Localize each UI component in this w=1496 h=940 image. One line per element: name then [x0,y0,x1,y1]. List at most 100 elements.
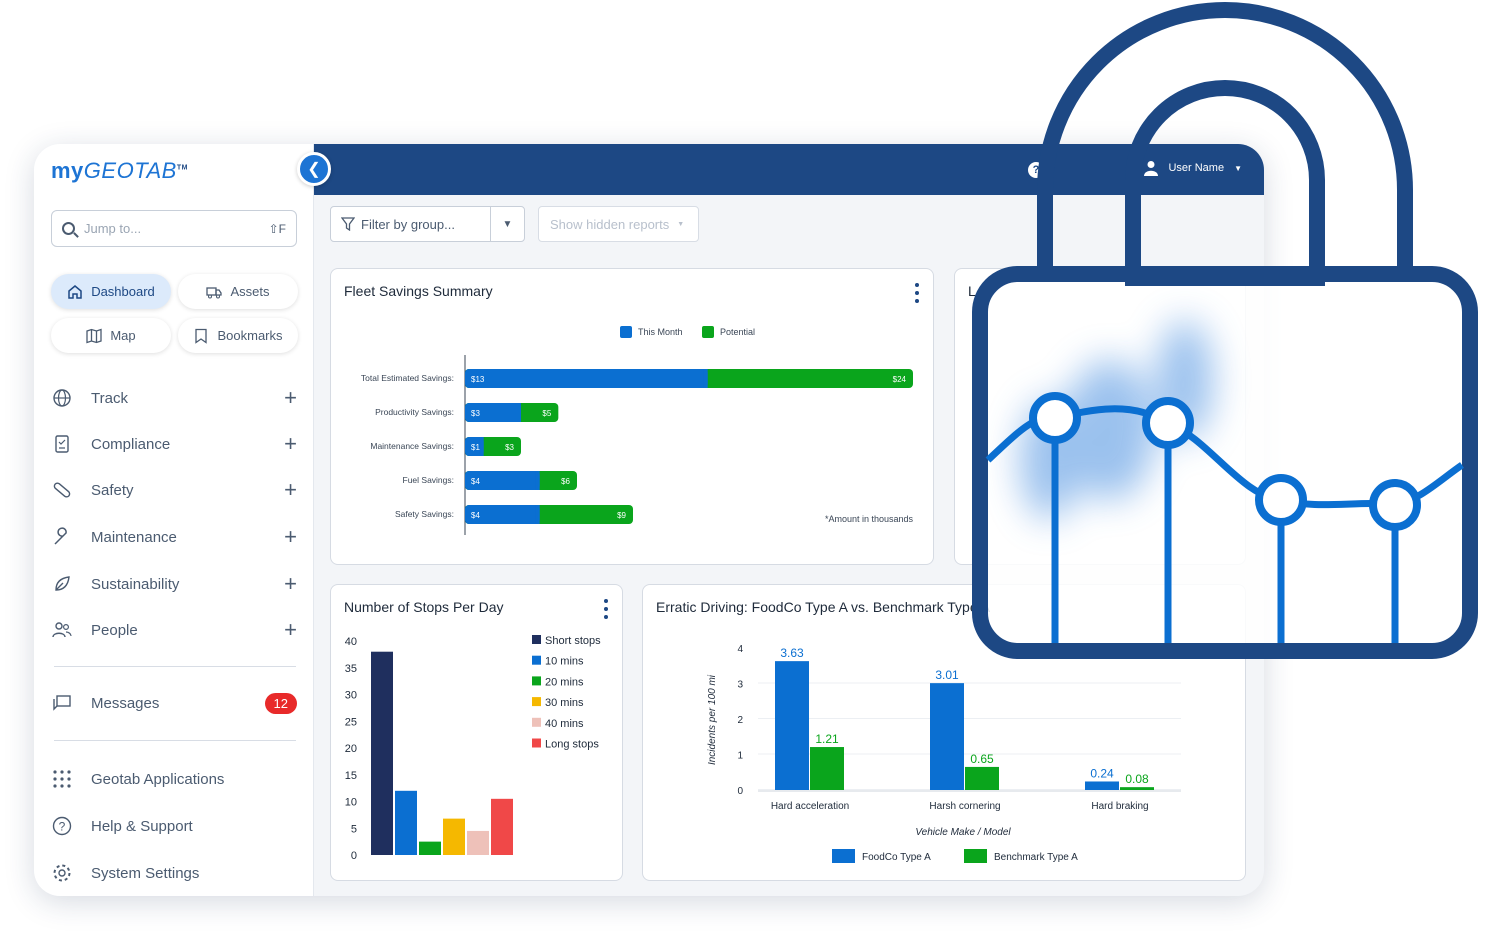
erratic-driving-chart: 4 3 2 1 0 Incidents per 100 mi Vehicle Make / … [707,644,1181,863]
search-shortcut: ⇧F [268,221,286,236]
top-bar: ? User Name ▼ [314,144,1264,195]
bar-label-potential: $9 [617,511,626,520]
category-label: Productivity Savings: [375,407,454,417]
nav-messages[interactable]: Messages 12 [51,688,297,718]
data-label: 0.08 [1125,772,1149,786]
bar-this-month-edge [479,437,484,456]
collapse-sidebar-button[interactable]: ❮ [297,152,331,186]
legend-swatch [532,676,541,686]
nav-track[interactable]: Track + [51,383,297,413]
messages-count-badge: 12 [264,692,297,714]
bar-label-this-month: $13 [471,375,485,384]
search-placeholder: Jump to... [84,221,142,236]
x-category-label: Hard acceleration [771,801,849,812]
people-icon [51,619,73,641]
nav-geotab-applications[interactable]: Geotab Applications [51,764,297,794]
expand-plus-icon[interactable]: + [284,431,297,457]
bar-this-month-edge [535,505,540,524]
legend-swatch [532,697,541,707]
x-category-label: Hard braking [1091,801,1148,812]
sidebar-divider [54,666,296,667]
nav-people[interactable]: People + [51,615,297,645]
bar-10-mins [395,790,417,855]
nav-sustainability[interactable]: Sustainability + [51,569,297,599]
data-label: 0.24 [1090,766,1114,780]
data-label: 0.65 [970,752,994,766]
help-icon[interactable]: ? [1028,162,1044,178]
expand-plus-icon[interactable]: + [284,571,297,597]
bar-label-potential: $5 [542,409,551,418]
quick-assets-button[interactable]: Assets [178,274,298,309]
bandage-icon [51,479,73,501]
leaf-icon [51,573,73,595]
quick-dashboard-button[interactable]: Dashboard [51,274,171,309]
caret-down-icon: ▼ [677,220,685,228]
user-menu[interactable]: User Name ▼ [1144,160,1242,176]
legend-label: Long stops [545,739,599,751]
app-window: myGEOTABTM Jump to... ⇧F Dashboard Asset… [34,144,1264,896]
nav-help-support[interactable]: ? Help & Support [51,811,297,841]
legend-swatch-this-month [620,326,632,338]
expand-plus-icon[interactable]: + [284,477,297,503]
nav-maintenance[interactable]: Maintenance + [51,522,297,552]
bar-label-this-month: $4 [471,477,480,486]
y-tick-label: 5 [351,823,357,835]
user-icon [1144,161,1159,176]
bar-30-mins [443,818,465,855]
sidebar: myGEOTABTM Jump to... ⇧F Dashboard Asset… [34,144,314,896]
nav-compliance[interactable]: Compliance + [51,429,297,459]
bar-short-stops [371,651,393,855]
grid-icon [51,768,73,790]
y-tick-label: 1 [737,751,743,762]
bar-benchmark-type-a [965,766,999,790]
category-label: Maintenance Savings: [370,441,454,451]
map-icon [86,328,102,343]
category-label: Fuel Savings: [403,475,455,485]
caret-down-icon: ▼ [1234,163,1242,173]
bookmark-icon [195,328,208,344]
partial-report-card: L [954,268,1246,565]
bar-label-potential: $6 [561,477,570,486]
bar-foodco-type-a [1085,781,1119,790]
quick-map-button[interactable]: Map [51,318,171,353]
filter-dropdown-button[interactable]: ▼ [490,207,524,241]
bar-label-potential: $24 [893,375,907,384]
bar-20-mins [419,841,441,855]
x-category-label: Harsh cornering [929,801,1000,812]
bar-foodco-type-a [930,683,964,790]
y-tick-label: 25 [345,716,357,728]
legend-label: 10 mins [545,656,584,668]
legend-swatch [832,849,855,863]
bar-long-stops [491,798,513,855]
data-label: 3.63 [780,646,804,660]
bar-this-month-edge [517,403,521,422]
category-label: Safety Savings: [395,509,454,519]
quick-bookmarks-button[interactable]: Bookmarks [178,318,298,353]
home-icon [68,284,82,299]
bar-this-month-edge [703,369,708,388]
gear-icon [51,862,73,884]
legend-label: Short stops [545,635,601,647]
nav-system-settings[interactable]: System Settings [51,858,297,888]
legend-swatch [532,635,541,644]
erratic-driving-card: Erratic Driving: FoodCo Type A vs. Bench… [642,584,1246,881]
legend-swatch [532,717,541,727]
legend-swatch [964,849,987,863]
mygeotab-logo[interactable]: myGEOTABTM [51,158,188,184]
show-hidden-reports-dropdown[interactable]: Show hidden reports ▼ [538,206,699,242]
truck-icon [206,286,223,298]
expand-plus-icon[interactable]: + [284,385,297,411]
y-tick-label: 15 [345,770,357,782]
user-name: User Name [1168,162,1225,174]
y-tick-label: 20 [345,743,357,755]
sidebar-divider [54,740,296,741]
expand-plus-icon[interactable]: + [284,617,297,643]
filter-by-group[interactable]: Filter by group... ▼ [330,206,525,242]
y-tick-label: 3 [737,680,743,691]
legend-swatch-potential [702,326,714,338]
y-tick-label: 0 [737,786,743,797]
legend-label: 30 mins [545,697,584,709]
nav-safety[interactable]: Safety + [51,475,297,505]
jump-to-search[interactable]: Jump to... ⇧F [51,210,297,247]
expand-plus-icon[interactable]: + [284,524,297,550]
